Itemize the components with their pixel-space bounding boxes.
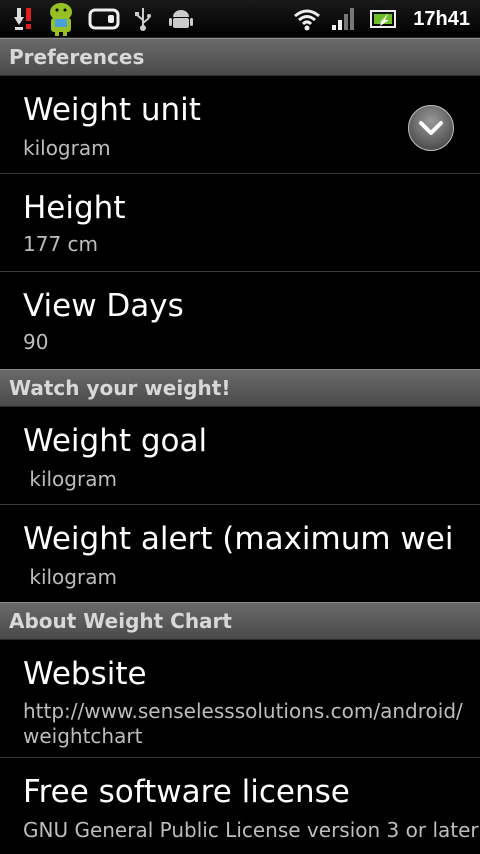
status-time: 17h41 [413,8,470,30]
pref-license[interactable]: Free software license GNU General Public… [0,758,480,854]
pref-title: Weight unit [23,92,201,128]
android-bot-icon [50,3,72,36]
status-bar: 17h41 [0,0,480,38]
pref-title: Weight goal [23,423,208,459]
chevron-down-icon [419,121,443,135]
pref-view-days[interactable]: View Days 90 [0,272,480,370]
pref-height[interactable]: Height 177 cm [0,174,480,272]
section-title: Watch your weight! [9,376,231,400]
usb-icon [135,8,151,31]
wifi-icon [294,9,320,31]
pref-weight-goal[interactable]: Weight goal kilogram [0,407,480,505]
section-title: Preferences [9,45,145,69]
toggle-icon [88,8,120,30]
pref-summary: 90 [23,330,49,354]
pref-summary: http://www.senselesssolutions.com/androi… [23,699,463,748]
pref-weight-alert[interactable]: Weight alert (maximum weig kilogram [0,505,480,603]
pref-title: Free software license [23,774,350,810]
pref-weight-unit[interactable]: Weight unit kilogram [0,76,480,174]
pref-summary: kilogram [23,565,117,589]
pref-summary: GNU General Public License version 3 or … [23,818,479,842]
battery-icon [370,10,396,28]
download-icon [14,8,31,30]
pref-title: Weight alert (maximum weig [23,521,455,557]
pref-summary: kilogram [23,136,111,160]
pref-website[interactable]: Website http://www.senselesssolutions.co… [0,640,480,758]
section-header-watch: Watch your weight! [0,369,480,407]
section-header-about: About Weight Chart [0,602,480,640]
pref-title: View Days [23,288,184,324]
signal-icon [332,8,354,30]
dropdown-button[interactable] [408,105,454,151]
pref-title: Height [23,190,126,226]
pref-title: Website [23,656,147,692]
android-debug-icon [169,10,193,28]
section-header-preferences: Preferences [0,38,480,76]
pref-summary: kilogram [23,467,117,491]
pref-summary: 177 cm [23,232,99,256]
section-title: About Weight Chart [9,609,232,633]
